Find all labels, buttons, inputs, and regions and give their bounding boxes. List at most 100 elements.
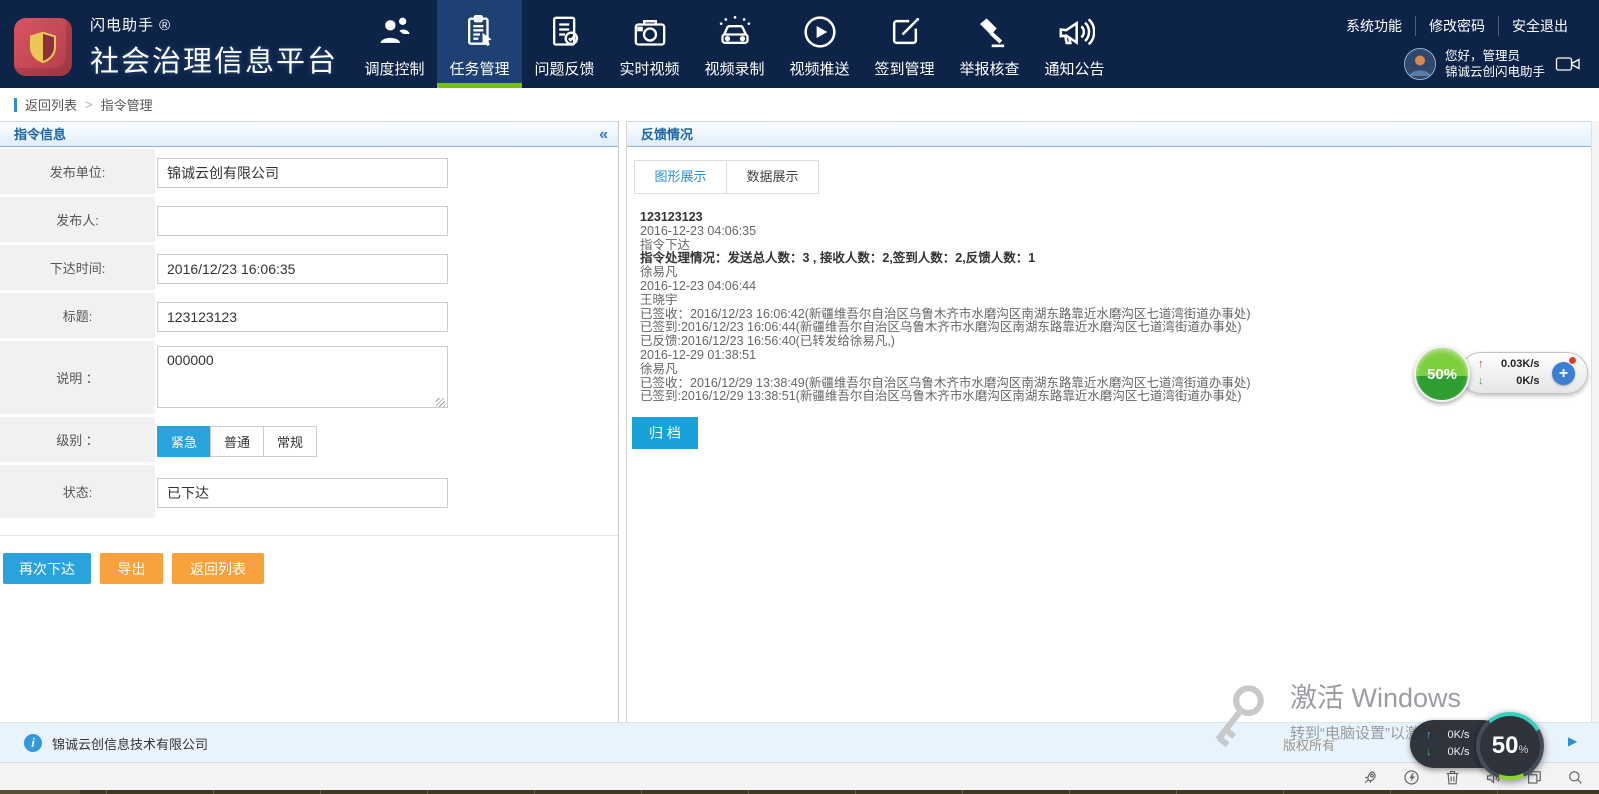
issue-time-label: 下达时间: (0, 245, 155, 293)
status-field[interactable] (157, 478, 448, 508)
brand-text: 闪电助手 ® 社会治理信息平台 (90, 14, 338, 80)
level-urgent-button[interactable]: 紧急 (157, 426, 211, 457)
issue-time-field[interactable] (157, 254, 448, 284)
download-arrow-icon: ↓ (1426, 744, 1432, 761)
footer-company-name: 锦诚云创信息技术有限公司 (52, 734, 208, 753)
form-row-publisher: 发布人: (0, 197, 618, 245)
left-panel-header: 指令信息 « (0, 121, 618, 147)
car-record-icon (713, 10, 757, 54)
feedback-line: 2016-12-23 04:06:44 (640, 280, 1592, 294)
gavel-icon (968, 10, 1012, 54)
gauge-50-percent[interactable]: 50% (1476, 712, 1544, 780)
publisher-field[interactable] (157, 206, 448, 236)
page-footer: i 锦诚云创信息技术有限公司 版权所有 cit.com ▶ (0, 722, 1599, 762)
upload-arrow-icon: ↑ (1426, 727, 1432, 744)
safe-logout-link[interactable]: 安全退出 (1498, 16, 1581, 36)
system-functions-link[interactable]: 系统功能 (1333, 16, 1415, 36)
form-actions: 再次下达 导出 返回列表 (3, 553, 618, 584)
archive-button[interactable]: 归 档 (632, 417, 698, 449)
form-row-status: 状态: (0, 465, 618, 521)
feedback-tabs: 图形展示 数据展示 (634, 160, 1592, 194)
video-camera-icon[interactable] (1555, 55, 1581, 73)
nav-item-video-recording[interactable]: 视频录制 (692, 0, 777, 88)
nav-item-task-management[interactable]: 任务管理 (437, 0, 522, 88)
export-button[interactable]: 导出 (100, 553, 163, 584)
level-normal-button[interactable]: 普通 (210, 426, 264, 457)
edit-square-icon (883, 10, 927, 54)
screen: 闪电助手 ® 社会治理信息平台 调度控制 任务管理 问题 (0, 0, 1599, 794)
footer-copyright: 版权所有 (1283, 735, 1335, 754)
nav-item-notice-announcement[interactable]: 通知公告 (1032, 0, 1117, 88)
main-nav: 调度控制 任务管理 问题反馈 实时视频 (352, 0, 1117, 88)
download-speed-value: 0K/s (1488, 373, 1540, 390)
os-taskbar-edge (0, 790, 1599, 794)
nav-item-video-push[interactable]: 视频推送 (777, 0, 862, 88)
browser-toolbar (0, 762, 1599, 790)
tab-graphic-display[interactable]: 图形展示 (634, 160, 727, 194)
right-panel-header: 反馈情况 (627, 121, 1592, 147)
page-title: 社会治理信息平台 (90, 38, 338, 80)
back-to-list-button[interactable]: 返回列表 (172, 553, 264, 584)
nav-item-report-verification[interactable]: 举报核查 (947, 0, 1032, 88)
form-row-description: 说明 ： 000000 (0, 341, 618, 417)
download-speed-widget: ↑0.03K/s ↓0K/s 50% + (1414, 342, 1592, 408)
add-task-button[interactable]: + (1552, 362, 1575, 385)
title-field[interactable] (157, 302, 448, 332)
status-label: 状态: (0, 465, 155, 521)
collapse-panel-icon[interactable]: « (599, 122, 608, 147)
feedback-line: 徐易凡 (640, 266, 1592, 280)
nav-label: 举报核查 (959, 58, 1019, 79)
nav-item-dispatch-control[interactable]: 调度控制 (352, 0, 437, 88)
task-clipboard-icon (458, 10, 502, 54)
notification-dot (1568, 356, 1577, 365)
publish-unit-field[interactable] (157, 158, 448, 188)
title-label: 标题: (0, 293, 155, 341)
instruction-info-panel: 指令信息 « 发布单位: 发布人: 下达时间: 标题: 说明 ： 000 (0, 121, 619, 722)
gauge-value: 50 (1492, 732, 1519, 759)
nav-label: 视频推送 (789, 58, 849, 79)
level-regular-button[interactable]: 常规 (263, 426, 317, 457)
change-password-link[interactable]: 修改密码 (1415, 16, 1498, 36)
nav-label: 签到管理 (874, 58, 934, 79)
page-scrollbar[interactable] (1591, 121, 1599, 722)
nav-label: 视频录制 (704, 58, 764, 79)
publish-unit-label: 发布单位: (0, 149, 155, 197)
feedback-line: 2016-12-23 04:06:35 (640, 225, 1592, 239)
right-panel-title: 反馈情况 (641, 127, 693, 142)
top-links: 系统功能 修改密码 安全退出 (1333, 16, 1581, 36)
gauge-percent-sign: % (1518, 744, 1528, 756)
user-name: 锦诚云创闪电助手 (1445, 64, 1545, 80)
nav-item-checkin-management[interactable]: 签到管理 (862, 0, 947, 88)
dark-speed-gauge-widget: ↑0K/s ↓0K/s 50% (1410, 712, 1550, 784)
upload-arrow-icon: ↑ (1478, 356, 1484, 373)
description-field[interactable]: 000000 (157, 346, 448, 408)
nav-label: 调度控制 (364, 58, 424, 79)
form-row-publish-unit: 发布单位: (0, 149, 618, 197)
rocket-boost-icon[interactable] (1360, 767, 1380, 787)
form-row-level: 级别 ： 紧急 普通 常规 (0, 417, 618, 465)
form-separator (0, 535, 618, 536)
footer-company: i 锦诚云创信息技术有限公司 (24, 723, 208, 763)
feedback-line: 王晓宇 (640, 294, 1592, 308)
instruction-form: 发布单位: 发布人: 下达时间: 标题: 说明 ： 000000 级别 ： (0, 149, 618, 521)
upload-speed-value: 0.03K/s (1488, 356, 1540, 373)
nav-label: 任务管理 (449, 58, 509, 79)
feedback-line: 123123123 (640, 211, 1592, 225)
dispatch-people-icon (373, 10, 417, 54)
info-icon: i (24, 734, 42, 752)
download-speed-value: 0K/s (1436, 744, 1470, 761)
breadcrumb-back-link[interactable]: 返回列表 (25, 95, 77, 114)
tab-data-display[interactable]: 数据展示 (726, 160, 819, 194)
breadcrumb-separator: > (85, 97, 93, 112)
reissue-button[interactable]: 再次下达 (3, 553, 91, 584)
footer-arrow-icon[interactable]: ▶ (1568, 734, 1577, 748)
publisher-label: 发布人: (0, 197, 155, 245)
nav-item-live-video[interactable]: 实时视频 (607, 0, 692, 88)
description-label: 说明 ： (0, 341, 155, 417)
search-icon[interactable] (1565, 767, 1585, 787)
level-label: 级别 ： (0, 417, 155, 465)
progress-ball-50-percent[interactable]: 50% (1414, 346, 1470, 402)
avatar (1404, 48, 1436, 80)
form-row-issue-time: 下达时间: (0, 245, 618, 293)
nav-item-problem-feedback[interactable]: 问题反馈 (522, 0, 607, 88)
